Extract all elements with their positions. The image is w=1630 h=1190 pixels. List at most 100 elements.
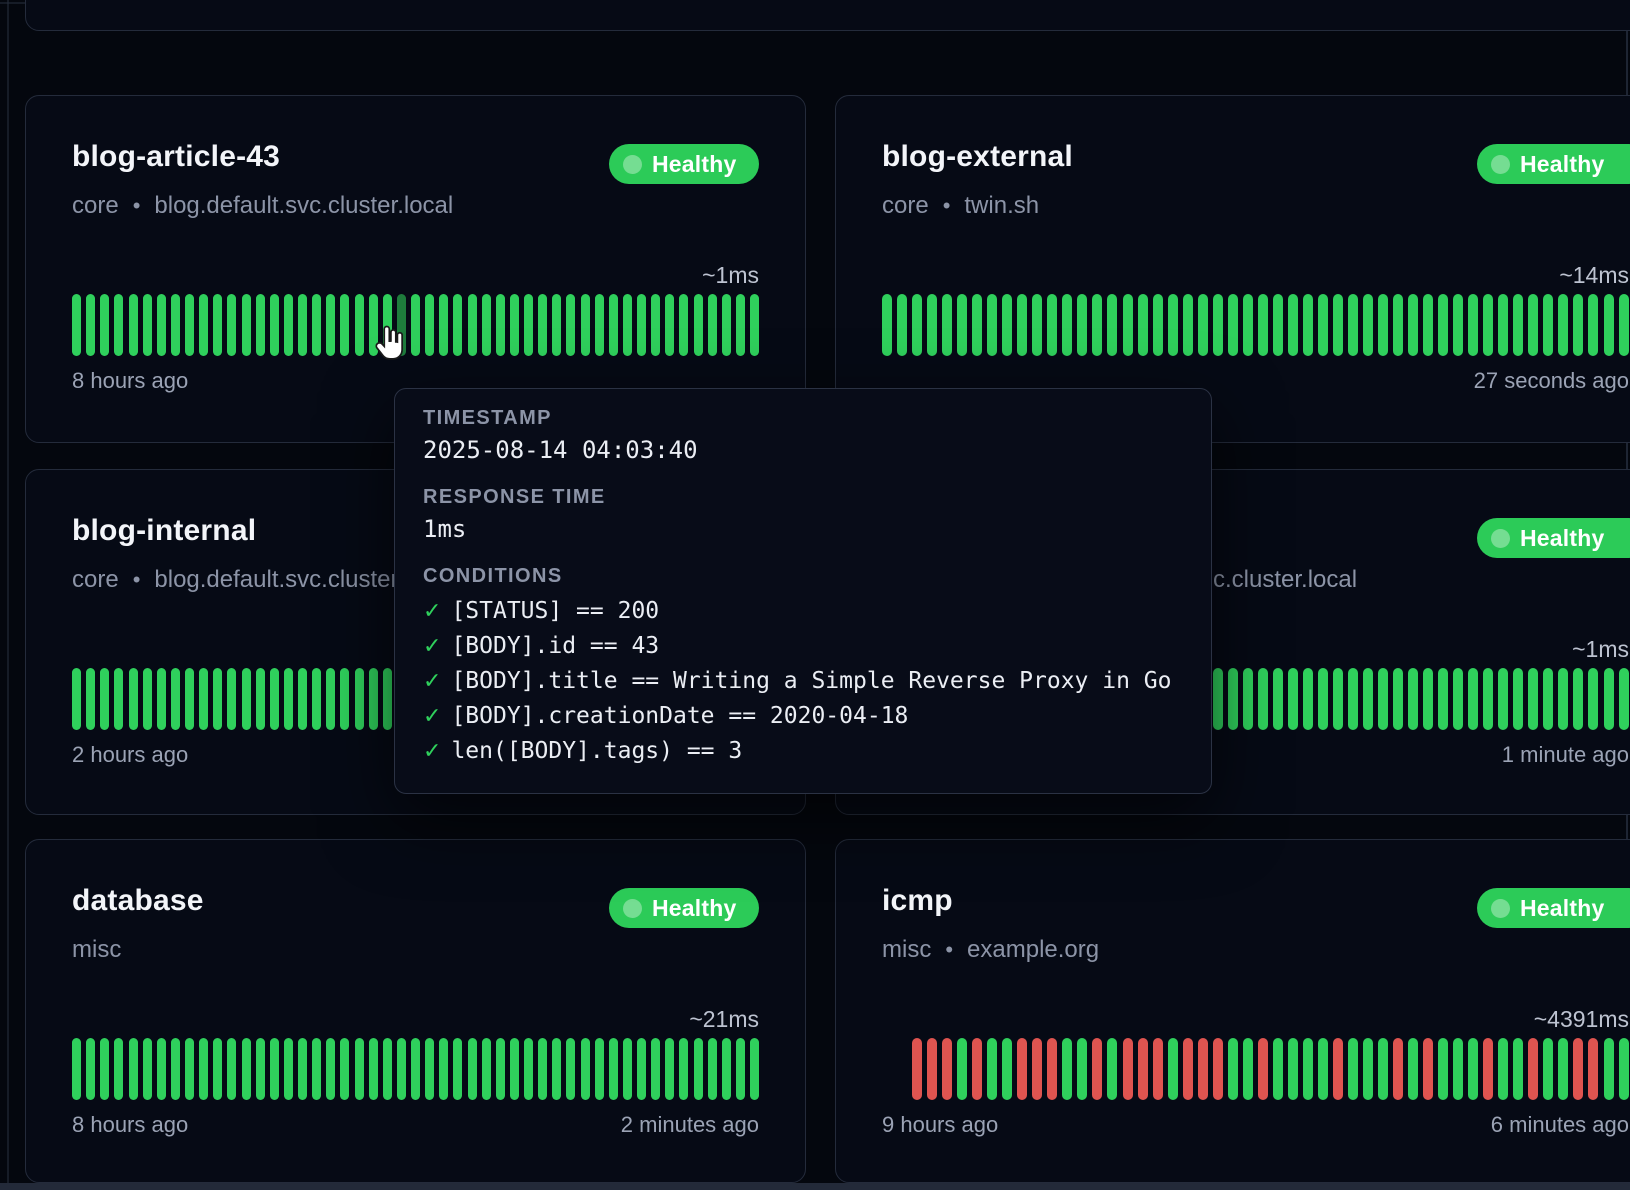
status-bar[interactable] xyxy=(227,294,236,356)
status-bar[interactable] xyxy=(1228,294,1238,356)
status-bar[interactable] xyxy=(1468,294,1478,356)
status-bar[interactable] xyxy=(1498,1038,1508,1100)
status-bar[interactable] xyxy=(100,294,109,356)
status-bar[interactable] xyxy=(270,668,279,730)
status-bar[interactable] xyxy=(1423,668,1433,730)
status-bar[interactable] xyxy=(270,1038,279,1100)
status-bar[interactable] xyxy=(1198,294,1208,356)
status-bar[interactable] xyxy=(326,1038,335,1100)
status-bar[interactable] xyxy=(708,294,717,356)
status-bar[interactable] xyxy=(256,1038,265,1100)
status-bar[interactable] xyxy=(1573,1038,1583,1100)
status-bar[interactable] xyxy=(213,668,222,730)
status-bar[interactable] xyxy=(665,294,674,356)
status-bar[interactable] xyxy=(566,294,575,356)
status-bar[interactable] xyxy=(369,1038,378,1100)
status-bar[interactable] xyxy=(1543,668,1553,730)
status-bar[interactable] xyxy=(1453,668,1463,730)
status-bar[interactable] xyxy=(326,668,335,730)
status-bar[interactable] xyxy=(86,668,95,730)
status-bar[interactable] xyxy=(987,294,997,356)
status-bar[interactable] xyxy=(1077,294,1087,356)
status-bar[interactable] xyxy=(1243,668,1253,730)
status-bar[interactable] xyxy=(284,1038,293,1100)
status-bar[interactable] xyxy=(679,294,688,356)
uptime-bar-row[interactable] xyxy=(72,1038,759,1100)
status-bar[interactable] xyxy=(510,1038,519,1100)
status-bar[interactable] xyxy=(1153,294,1163,356)
status-bar[interactable] xyxy=(942,1038,952,1100)
status-bar[interactable] xyxy=(129,294,138,356)
status-bar[interactable] xyxy=(1198,1038,1208,1100)
status-bar[interactable] xyxy=(1619,668,1629,730)
status-bar[interactable] xyxy=(566,1038,575,1100)
status-bar[interactable] xyxy=(355,668,364,730)
status-bar[interactable] xyxy=(326,294,335,356)
status-bar[interactable] xyxy=(383,668,392,730)
status-bar[interactable] xyxy=(340,294,349,356)
status-bar[interactable] xyxy=(1408,294,1418,356)
status-bar[interactable] xyxy=(284,668,293,730)
status-bar[interactable] xyxy=(1573,668,1583,730)
status-bar[interactable] xyxy=(1032,1038,1042,1100)
status-bar[interactable] xyxy=(1213,668,1223,730)
status-bar[interactable] xyxy=(1213,1038,1223,1100)
status-bar[interactable] xyxy=(482,1038,491,1100)
status-bar[interactable] xyxy=(284,294,293,356)
status-bar[interactable] xyxy=(100,1038,109,1100)
status-bar[interactable] xyxy=(340,668,349,730)
status-bar[interactable] xyxy=(1468,1038,1478,1100)
status-bar[interactable] xyxy=(1258,294,1268,356)
status-bar[interactable] xyxy=(1348,668,1358,730)
status-bar[interactable] xyxy=(1393,294,1403,356)
status-bar[interactable] xyxy=(637,1038,646,1100)
status-bar[interactable] xyxy=(425,294,434,356)
status-bar[interactable] xyxy=(538,294,547,356)
status-bar[interactable] xyxy=(708,1038,717,1100)
status-bar[interactable] xyxy=(552,1038,561,1100)
status-bar[interactable] xyxy=(199,668,208,730)
status-bar[interactable] xyxy=(1453,1038,1463,1100)
previous-card-partial[interactable] xyxy=(25,0,1630,31)
status-bar[interactable] xyxy=(1513,668,1523,730)
status-bar[interactable] xyxy=(623,294,632,356)
status-bar[interactable] xyxy=(1318,668,1328,730)
status-bar[interactable] xyxy=(1558,668,1568,730)
status-bar[interactable] xyxy=(100,668,109,730)
status-bar[interactable] xyxy=(1273,668,1283,730)
status-bar[interactable] xyxy=(1288,294,1298,356)
status-bar[interactable] xyxy=(1483,1038,1493,1100)
status-bar[interactable] xyxy=(1348,294,1358,356)
status-bar[interactable] xyxy=(1378,1038,1388,1100)
status-bar[interactable] xyxy=(171,294,180,356)
status-bar[interactable] xyxy=(1393,668,1403,730)
status-bar[interactable] xyxy=(72,668,81,730)
status-bar[interactable] xyxy=(510,294,519,356)
status-bar[interactable] xyxy=(651,294,660,356)
status-bar[interactable] xyxy=(957,294,967,356)
status-bar[interactable] xyxy=(1483,294,1493,356)
status-bar[interactable] xyxy=(1333,1038,1343,1100)
status-bar[interactable] xyxy=(383,1038,392,1100)
status-bar[interactable] xyxy=(242,294,251,356)
status-bar[interactable] xyxy=(439,1038,448,1100)
status-bar[interactable] xyxy=(1588,668,1598,730)
status-bar[interactable] xyxy=(882,294,892,356)
status-bar[interactable] xyxy=(1619,294,1629,356)
status-bar[interactable] xyxy=(1092,294,1102,356)
status-bar[interactable] xyxy=(1558,294,1568,356)
status-bar[interactable] xyxy=(524,294,533,356)
status-bar[interactable] xyxy=(312,668,321,730)
status-bar[interactable] xyxy=(496,294,505,356)
status-bar[interactable] xyxy=(1047,294,1057,356)
status-bar[interactable] xyxy=(595,294,604,356)
status-bar[interactable] xyxy=(143,668,152,730)
status-bar[interactable] xyxy=(1543,294,1553,356)
status-bar[interactable] xyxy=(312,294,321,356)
status-bar[interactable] xyxy=(355,294,364,356)
status-bar[interactable] xyxy=(298,294,307,356)
status-bar[interactable] xyxy=(1258,1038,1268,1100)
status-bar[interactable] xyxy=(1138,294,1148,356)
status-bar[interactable] xyxy=(736,1038,745,1100)
status-bar[interactable] xyxy=(1333,294,1343,356)
